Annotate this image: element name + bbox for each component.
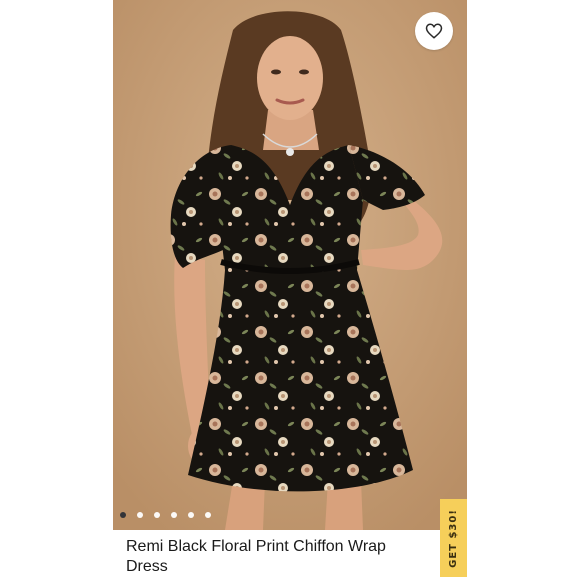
- product-photo[interactable]: [113, 0, 467, 530]
- product-title: Remi Black Floral Print Chiffon Wrap Dre…: [126, 538, 386, 575]
- carousel-dot[interactable]: [137, 512, 143, 518]
- listing-card: Remi Black Floral Print Chiffon Wrap Dre…: [0, 0, 580, 580]
- carousel-dot[interactable]: [188, 512, 194, 518]
- carousel-dot-active[interactable]: [120, 512, 126, 518]
- carousel-dot[interactable]: [171, 512, 177, 518]
- product-photo-illustration: [113, 0, 467, 530]
- carousel-dot[interactable]: [154, 512, 160, 518]
- carousel-indicator[interactable]: [120, 512, 211, 518]
- heart-icon: [425, 23, 443, 39]
- carousel-dot[interactable]: [205, 512, 211, 518]
- promo-label: GET $30!: [448, 508, 459, 568]
- like-button[interactable]: [415, 12, 453, 50]
- promo-tab[interactable]: GET $30!: [440, 499, 467, 577]
